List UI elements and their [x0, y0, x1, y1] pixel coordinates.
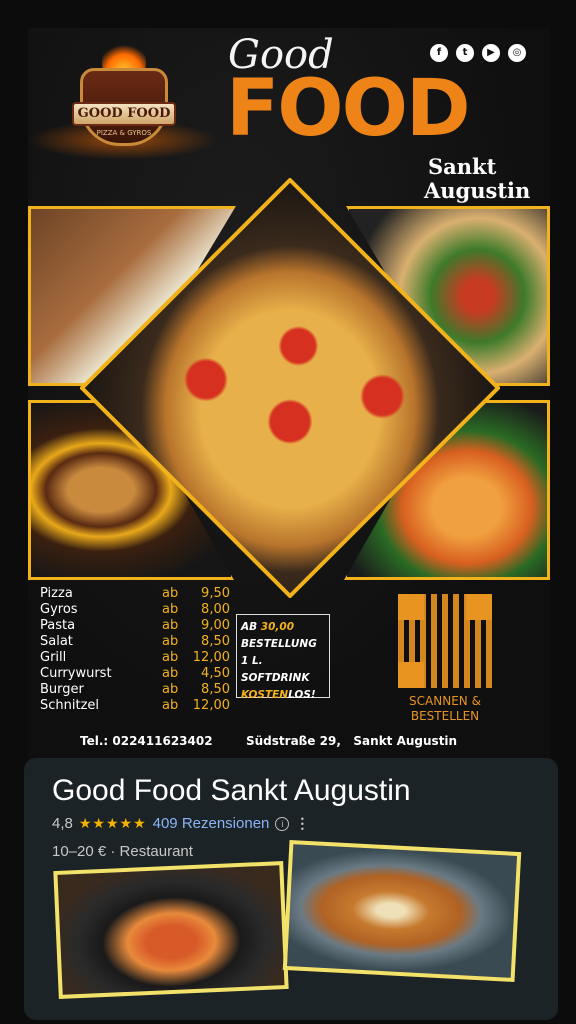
menu-item-price: 9,50	[201, 586, 230, 601]
youtube-icon: ▶	[482, 44, 500, 62]
instagram-icon: ◎	[508, 44, 526, 62]
menu-item-name: Gyros	[40, 602, 78, 617]
menu-item-ab: ab	[162, 602, 179, 617]
more-options-icon[interactable]: ⋮	[295, 815, 309, 832]
menu-item-price: 9,00	[201, 618, 230, 633]
spaghetti-photo[interactable]	[53, 861, 289, 999]
menu-row: Pizza ab 9,50	[40, 586, 230, 602]
promo-amount: 30,00	[260, 621, 295, 633]
menu-item-price: 12,00	[192, 650, 230, 665]
menu-item-ab: ab	[162, 634, 179, 649]
menu-row: Currywurst ab 4,50	[40, 666, 230, 682]
menu-item-ab: ab	[162, 618, 179, 633]
place-card[interactable]: Good Food Sankt Augustin 4,8 ★★★★★ 409 R…	[24, 758, 558, 1020]
reviews-link[interactable]: 409 Rezensionen	[153, 815, 270, 832]
promo-free-suffix: LOS!	[288, 689, 316, 701]
menu-item-name: Salat	[40, 634, 73, 649]
restaurant-logo: GOOD FOOD PIZZA & GYROS	[72, 40, 176, 152]
rating-row: 4,8 ★★★★★ 409 Rezensionen i ⋮	[52, 815, 309, 832]
menu-item-ab: ab	[162, 666, 179, 681]
star-rating-icon: ★★★★★	[78, 815, 147, 831]
rating-value: 4,8	[52, 815, 73, 832]
promo-line-2: BESTELLUNG	[241, 638, 317, 650]
pizza-frame	[80, 178, 500, 598]
social-icons: f t ▶ ◎	[430, 44, 526, 62]
promo-prefix: AB	[241, 621, 261, 633]
menu-item-name: Burger	[40, 682, 84, 697]
facebook-icon: f	[430, 44, 448, 62]
screen: GOOD FOOD PIZZA & GYROS Good FOOD Sankt …	[0, 0, 576, 1024]
city-line-1: Sankt	[428, 154, 497, 179]
promo-free-highlight: KOSTEN	[241, 689, 289, 701]
place-title[interactable]: Good Food Sankt Augustin	[52, 774, 411, 808]
menu-item-price: 8,50	[201, 634, 230, 649]
menu-item-price: 8,00	[201, 602, 230, 617]
menu-item-price: 12,00	[192, 698, 230, 713]
menu-item-price: 4,50	[201, 666, 230, 681]
promo-box: AB 30,00 BESTELLUNG 1 L. SOFTDRINK KOSTE…	[236, 614, 330, 701]
menu-item-ab: ab	[162, 650, 179, 665]
logo-text: GOOD FOOD	[72, 102, 176, 126]
menu-item-ab: ab	[162, 586, 179, 601]
menu-row: Schnitzel ab 12,00	[40, 698, 230, 714]
menu-item-ab: ab	[162, 682, 179, 697]
menu-item-ab: ab	[162, 698, 179, 713]
phone-number: Tel.: 022411623402	[80, 734, 213, 748]
price-list: Pizza ab 9,50 Gyros ab 8,00 Pasta ab 9,00 Sala…	[40, 586, 230, 714]
menu-row: Grill ab 12,00	[40, 650, 230, 666]
street-address: Südstraße 29, Sankt Augustin	[246, 734, 458, 748]
schnitzel-photo[interactable]	[282, 840, 522, 982]
menu-row: Burger ab 8,50	[40, 682, 230, 698]
menu-item-price: 8,50	[201, 682, 230, 697]
menu-item-name: Grill	[40, 650, 67, 665]
promo-line-4: KOSTENLOS!	[241, 687, 329, 704]
menu-row: Salat ab 8,50	[40, 634, 230, 650]
info-icon[interactable]: i	[275, 816, 290, 831]
menu-item-name: Currywurst	[40, 666, 112, 681]
promo-line-1: AB 30,00	[241, 619, 329, 636]
menu-item-name: Pizza	[40, 586, 73, 601]
qr-label: SCANNEN & BESTELLEN	[392, 694, 498, 724]
menu-item-name: Pasta	[40, 618, 76, 633]
price-category: 10–20 € · Restaurant	[52, 843, 193, 860]
menu-row: Gyros ab 8,00	[40, 602, 230, 618]
qr-label-line-2: BESTELLEN	[410, 709, 480, 723]
menu-poster-image[interactable]: GOOD FOOD PIZZA & GYROS Good FOOD Sankt …	[28, 28, 550, 760]
qr-label-line-1: SCANNEN &	[409, 694, 481, 708]
menu-row: Pasta ab 9,00	[40, 618, 230, 634]
menu-item-name: Schnitzel	[40, 698, 100, 713]
logo-subtext: PIZZA & GYROS	[96, 129, 152, 137]
twitter-icon: t	[456, 44, 474, 62]
title-food: FOOD	[226, 64, 471, 154]
qr-code-icon[interactable]	[398, 594, 492, 688]
promo-line-3: 1 L. SOFTDRINK	[241, 655, 310, 684]
